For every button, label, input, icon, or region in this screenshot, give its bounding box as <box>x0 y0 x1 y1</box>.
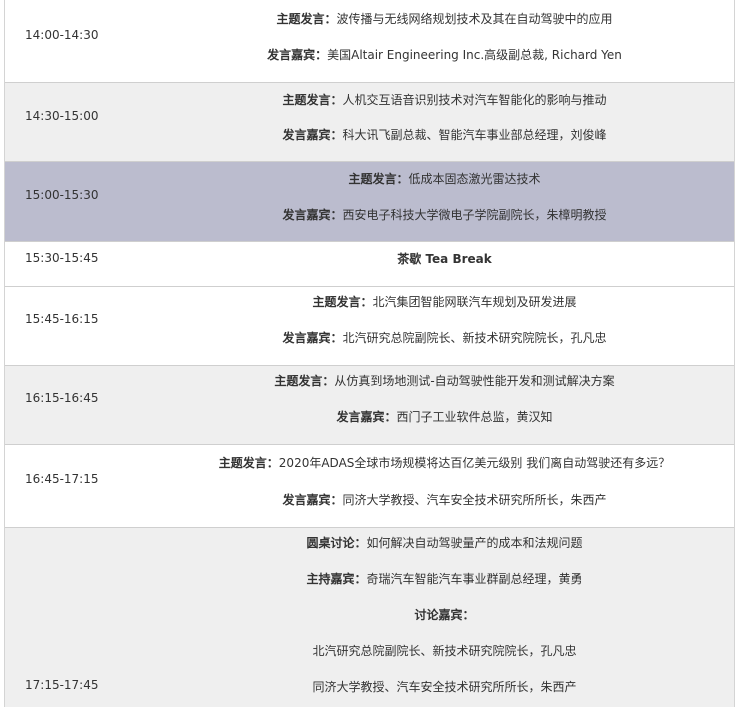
schedule-row-highlighted: 15:00-15:30 主题发言：低成本固态激光雷达技术 发言嘉宾：西安电子科技… <box>5 162 734 242</box>
speaker-text: 美国Altair Engineering Inc.高级副总裁, Richard … <box>327 48 622 62</box>
speaker-line: 发言嘉宾：西门子工业软件总监，黄汉知 <box>155 408 734 425</box>
topic-text: 波传播与无线网络规划技术及其在自动驾驶中的应用 <box>336 12 613 26</box>
speaker-line: 发言嘉宾：科大讯飞副总裁、智能汽车事业部总经理，刘俊峰 <box>155 126 734 143</box>
schedule-row: 16:15-16:45 主题发言：从仿真到场地测试-自动驾驶性能开发和测试解决方… <box>5 366 734 445</box>
topic-text: 人机交互语音识别技术对汽车智能化的影响与推动 <box>342 93 607 107</box>
speaker-text: 同济大学教授、汽车安全技术研究所所长，朱西产 <box>342 493 607 507</box>
speaker-line: 发言嘉宾：同济大学教授、汽车安全技术研究所所长，朱西产 <box>155 491 734 508</box>
topic-line: 主题发言：从仿真到场地测试-自动驾驶性能开发和测试解决方案 <box>155 372 734 389</box>
topic-line: 主题发言：2020年ADAS全球市场规模将达百亿美元级别 我们离自动驾驶还有多远… <box>155 454 734 471</box>
time-slot: 16:45-17:15 <box>25 472 99 486</box>
panel-label: 圆桌讨论： <box>306 536 367 550</box>
topic-line: 主题发言：人机交互语音识别技术对汽车智能化的影响与推动 <box>155 91 734 108</box>
time-slot: 16:15-16:45 <box>25 391 99 405</box>
time-slot: 14:00-14:30 <box>25 28 99 42</box>
topic-text: 2020年ADAS全球市场规模将达百亿美元级别 我们离自动驾驶还有多远？ <box>278 456 671 470</box>
speaker-line: 发言嘉宾：北汽研究总院副院长、新技术研究院院长，孔凡忠 <box>155 329 734 346</box>
speaker-text: 西门子工业软件总监，黄汉知 <box>396 410 553 424</box>
guest-item: 同济大学教授、汽车安全技术研究所所长，朱西产 <box>312 680 577 694</box>
time-slot: 15:30-15:45 <box>25 251 99 265</box>
topic-label: 主题发言： <box>312 295 373 309</box>
guests-line: 讨论嘉宾： <box>155 606 734 623</box>
speaker-text: 科大讯飞副总裁、智能汽车事业部总经理，刘俊峰 <box>342 128 607 142</box>
panel-line: 圆桌讨论：如何解决自动驾驶量产的成本和法规问题 <box>155 534 734 551</box>
topic-text: 北汽集团智能网联汽车规划及研发进展 <box>372 295 577 309</box>
speaker-label: 发言嘉宾： <box>267 48 328 62</box>
time-slot: 15:00-15:30 <box>25 188 99 202</box>
schedule-row: 14:00-14:30 主题发言：波传播与无线网络规划技术及其在自动驾驶中的应用… <box>5 0 734 83</box>
host-text: 奇瑞汽车智能汽车事业群副总经理，黄勇 <box>366 572 583 586</box>
topic-label: 主题发言： <box>274 374 335 388</box>
schedule-row-panel: 17:15-17:45 圆桌讨论：如何解决自动驾驶量产的成本和法规问题 主持嘉宾… <box>5 528 734 707</box>
schedule-row: 14:30-15:00 主题发言：人机交互语音识别技术对汽车智能化的影响与推动 … <box>5 83 734 162</box>
topic-text: 从仿真到场地测试-自动驾驶性能开发和测试解决方案 <box>334 374 615 388</box>
topic-line: 主题发言：低成本固态激光雷达技术 <box>155 170 734 187</box>
time-slot: 14:30-15:00 <box>25 109 99 123</box>
speaker-text: 北汽研究总院副院长、新技术研究院院长，孔凡忠 <box>342 331 607 345</box>
speaker-label: 发言嘉宾： <box>282 493 343 507</box>
topic-line: 主题发言：波传播与无线网络规划技术及其在自动驾驶中的应用 <box>155 10 734 27</box>
topic-text: 低成本固态激光雷达技术 <box>408 172 541 186</box>
host-label: 主持嘉宾： <box>306 572 367 586</box>
topic-line: 主题发言：北汽集团智能网联汽车规划及研发进展 <box>155 293 734 310</box>
speaker-text: 西安电子科技大学微电子学院副院长，朱樟明教授 <box>342 208 607 222</box>
speaker-label: 发言嘉宾： <box>282 128 343 142</box>
topic-label: 主题发言： <box>276 12 337 26</box>
tea-break-title: 茶歇 Tea Break <box>397 252 492 266</box>
host-line: 主持嘉宾：奇瑞汽车智能汽车事业群副总经理，黄勇 <box>155 570 734 587</box>
speaker-line: 发言嘉宾：美国Altair Engineering Inc.高级副总裁, Ric… <box>155 46 734 63</box>
topic-label: 主题发言： <box>218 456 279 470</box>
speaker-line: 发言嘉宾：西安电子科技大学微电子学院副院长，朱樟明教授 <box>155 206 734 223</box>
guests-label: 讨论嘉宾： <box>414 608 475 622</box>
schedule-row: 16:45-17:15 主题发言：2020年ADAS全球市场规模将达百亿美元级别… <box>5 445 734 528</box>
time-slot: 17:15-17:45 <box>25 678 99 692</box>
speaker-label: 发言嘉宾： <box>282 208 343 222</box>
schedule-table: 14:00-14:30 主题发言：波传播与无线网络规划技术及其在自动驾驶中的应用… <box>4 0 735 707</box>
speaker-label: 发言嘉宾： <box>282 331 343 345</box>
guest-item: 北汽研究总院副院长、新技术研究院院长，孔凡忠 <box>312 644 577 658</box>
schedule-row: 15:45-16:15 主题发言：北汽集团智能网联汽车规划及研发进展 发言嘉宾：… <box>5 287 734 366</box>
panel-text: 如何解决自动驾驶量产的成本和法规问题 <box>366 536 583 550</box>
schedule-row-break: 15:30-15:45 茶歇 Tea Break <box>5 242 734 287</box>
speaker-label: 发言嘉宾： <box>336 410 397 424</box>
topic-label: 主题发言： <box>282 93 343 107</box>
time-slot: 15:45-16:15 <box>25 312 99 326</box>
topic-label: 主题发言： <box>348 172 409 186</box>
